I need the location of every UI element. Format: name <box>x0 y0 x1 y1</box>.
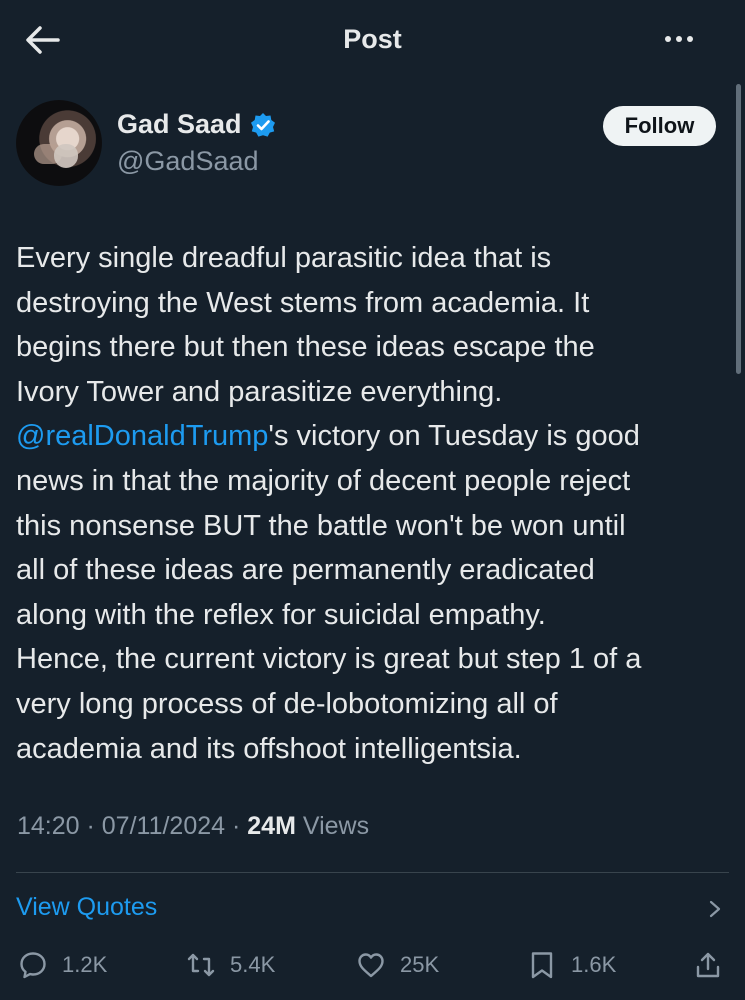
chevron-right-icon[interactable] <box>706 899 724 919</box>
author-name[interactable]: Gad Saad <box>117 109 242 140</box>
bookmark-action[interactable]: 1.6K <box>527 950 616 980</box>
tweet-text: Every single dreadful parasitic idea tha… <box>16 236 732 771</box>
like-action[interactable]: 25K <box>356 950 439 980</box>
meta-separator: · <box>225 812 248 840</box>
reply-icon[interactable] <box>18 950 48 980</box>
repost-icon[interactable] <box>186 950 216 980</box>
views-label: Views <box>295 812 370 840</box>
author-handle[interactable]: @GadSaad <box>117 146 259 177</box>
tweet-line: news in that the majority of decent peop… <box>16 464 631 497</box>
avatar[interactable] <box>16 100 102 186</box>
repost-action[interactable]: 5.4K <box>186 950 275 980</box>
top-bar: Post <box>0 0 745 80</box>
tweet-line: academia and its offshoot intelligentsia… <box>16 732 522 765</box>
heart-icon[interactable] <box>356 950 386 980</box>
mention-link[interactable]: @realDonaldTrump <box>16 420 268 452</box>
follow-button[interactable]: Follow <box>603 106 716 146</box>
tweet-line: all of these ideas are permanently eradi… <box>16 554 595 587</box>
action-bar: 1.2K 5.4K 25K 1.6K <box>0 950 745 990</box>
tweet-line: Hence, the current victory is great but … <box>16 643 642 676</box>
tweet-line: very long process of de-lobotomizing all… <box>16 687 558 720</box>
more-options-icon[interactable] <box>665 36 693 42</box>
view-quotes-link[interactable]: View Quotes <box>16 893 157 922</box>
tweet-line: along with the reflex for suicidal empat… <box>16 598 546 631</box>
tweet-line: Every single dreadful parasitic idea tha… <box>16 242 552 274</box>
post-meta: 14:20 · 07/11/2024 · 24M Views <box>17 812 369 841</box>
repost-count: 5.4K <box>230 952 276 977</box>
tweet-line: this nonsense BUT the battle won't be wo… <box>16 509 626 542</box>
share-icon[interactable] <box>693 950 723 980</box>
reply-count: 1.2K <box>62 952 108 977</box>
reply-action[interactable]: 1.2K <box>18 950 107 980</box>
tweet-line: begins there but then these ideas escape… <box>16 331 595 364</box>
author-name-row[interactable]: Gad Saad <box>117 109 276 140</box>
tweet-line-rest: 's victory on Tuesday is good <box>268 420 640 453</box>
views-count[interactable]: 24M <box>247 812 296 840</box>
tweet-line: @realDonaldTrump's victory on Tuesday is… <box>16 414 732 459</box>
bookmark-icon[interactable] <box>527 950 557 980</box>
tweet-line: Ivory Tower and parasitize everything. <box>16 375 503 408</box>
post-date[interactable]: 07/11/2024 <box>102 812 225 840</box>
verified-badge-icon <box>250 112 275 137</box>
tweet-line: destroying the West stems from academia.… <box>16 286 590 319</box>
like-count: 25K <box>400 952 440 977</box>
scrollbar[interactable] <box>736 84 741 374</box>
bookmark-count: 1.6K <box>571 952 617 977</box>
page-title: Post <box>343 24 402 54</box>
meta-separator: · <box>79 812 102 840</box>
post-time[interactable]: 14:20 <box>17 812 80 840</box>
share-action[interactable] <box>693 950 723 980</box>
divider <box>16 872 729 873</box>
